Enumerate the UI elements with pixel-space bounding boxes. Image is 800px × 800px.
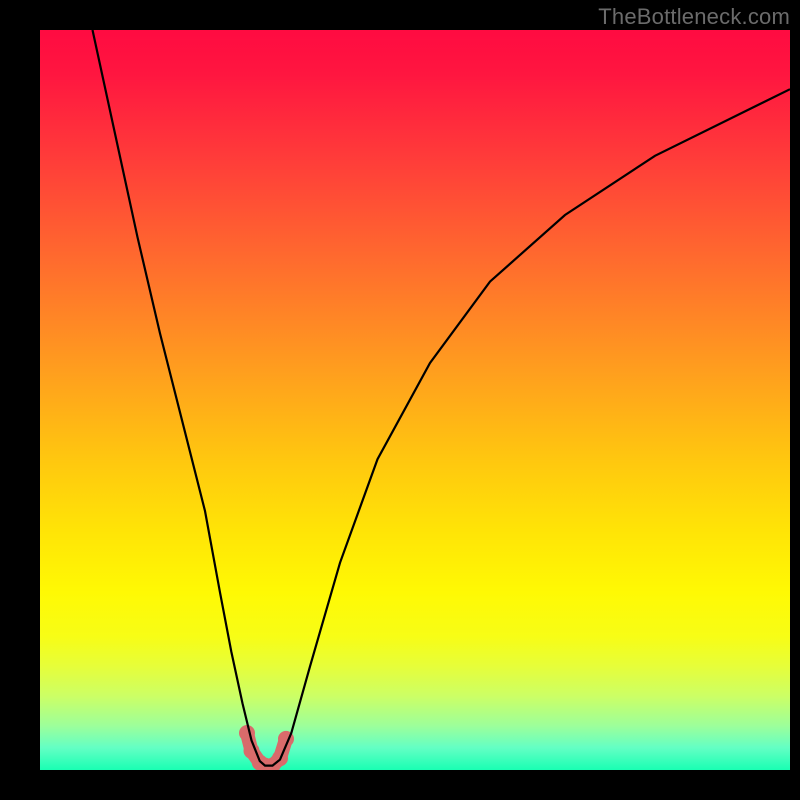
curve-layer	[40, 30, 790, 770]
highlight-dot	[239, 725, 255, 741]
bottleneck-curve	[93, 30, 791, 766]
chart-frame: TheBottleneck.com	[0, 0, 800, 800]
plot-area	[40, 30, 790, 770]
watermark-text: TheBottleneck.com	[598, 4, 790, 30]
